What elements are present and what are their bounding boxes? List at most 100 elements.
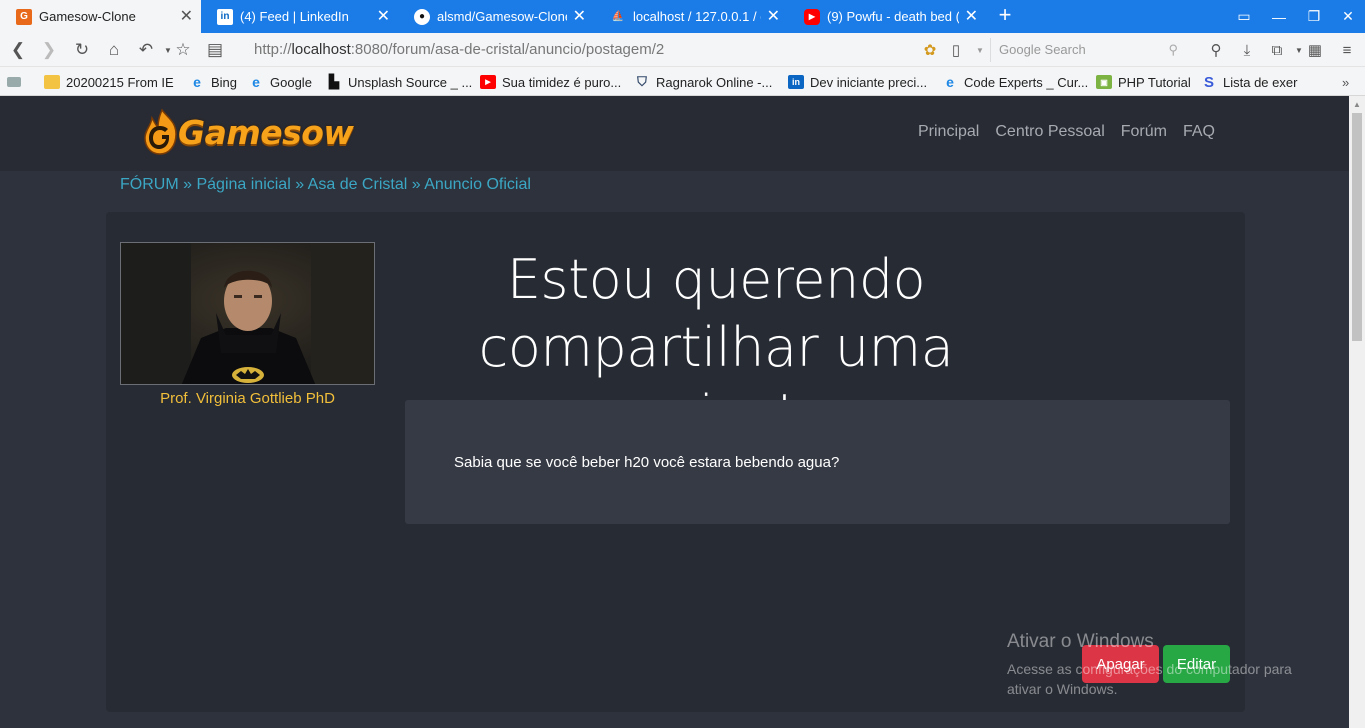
tab-label: (4) Feed | LinkedIn [240, 9, 349, 24]
nav-forum[interactable]: Forúm [1121, 123, 1167, 141]
sidebar-toggle-icon[interactable] [7, 72, 27, 92]
url-path: :8080/forum/asa-de-cristal/anuncio/posta… [350, 41, 665, 58]
bookmark-google[interactable]: e Google [248, 72, 312, 92]
address-bar[interactable]: http://localhost:8080/forum/asa-de-crist… [254, 41, 664, 58]
bookmark-label: Lista de exer [1223, 74, 1298, 90]
breadcrumb-forum[interactable]: FÓRUM [120, 176, 179, 193]
forward-arrow-icon[interactable]: ❯ [37, 38, 61, 62]
bookmark-label: Code Experts _ Cur... [964, 74, 1089, 90]
breadcrumb-separator: » [295, 176, 305, 193]
bookmark-code-experts[interactable]: e Code Experts _ Cur... [942, 72, 1088, 92]
breadcrumb-separator: » [183, 176, 193, 193]
php-icon: ▣ [1096, 75, 1112, 89]
breadcrumb-separator: » [411, 176, 421, 193]
tab-label: (9) Powfu - death bed (c [827, 9, 959, 24]
tab-github-repo[interactable]: ● alsmd/Gamesow-Clone ✕ [398, 0, 594, 33]
folder-icon [44, 75, 60, 89]
s-icon: S [1203, 73, 1214, 91]
menu-icon[interactable]: ≡ [1335, 38, 1359, 62]
tab-label: localhost / 127.0.0.1 / ga [633, 9, 761, 24]
extension-bee-icon[interactable]: ✿ [918, 38, 942, 62]
reader-icon[interactable]: ▤ [203, 38, 227, 62]
back-arrow-icon[interactable]: ❮ [6, 38, 30, 62]
windows-activation-watermark: Ativar o Windows Acesse as configurações… [1007, 631, 1317, 699]
close-tab-icon[interactable]: ✕ [180, 8, 193, 25]
tab-phpmyadmin[interactable]: ⛵ localhost / 127.0.0.1 / ga ✕ [594, 0, 788, 33]
ie-icon: e [252, 74, 260, 90]
bookmark-label: PHP Tutorial [1118, 74, 1191, 90]
chevron-down-icon[interactable]: ▼ [968, 38, 992, 62]
download-icon[interactable]: ⤓ [1235, 38, 1259, 62]
search-icon[interactable]: ⚲ [1168, 38, 1178, 62]
close-tab-icon[interactable]: ✕ [573, 8, 586, 25]
page-viewport: Gamesow Principal Centro Pessoal Forúm F… [0, 96, 1349, 728]
bookmark-20200215-from-ie[interactable]: 20200215 From IE [44, 72, 174, 92]
bookmark-unsplash[interactable]: ▙ Unsplash Source _ ... [326, 72, 472, 92]
star-icon[interactable]: ☆ [171, 38, 195, 62]
ie-icon: e [946, 74, 954, 90]
bookmark-bing[interactable]: e Bing [189, 72, 237, 92]
bookmark-label: 20200215 From IE [66, 74, 174, 90]
browser-tab-bar: G Gamesow-Clone ✕ in (4) Feed | LinkedIn… [0, 0, 1365, 33]
screenshot-icon[interactable]: ⧉ [1265, 38, 1289, 62]
post-text: Sabia que se você beber h20 você estara … [454, 454, 840, 471]
close-tab-icon[interactable]: ✕ [377, 8, 390, 25]
author-avatar [120, 242, 375, 385]
close-tab-icon[interactable]: ✕ [965, 8, 978, 25]
unsplash-icon: ▙ [329, 74, 339, 89]
search-input[interactable]: Google Search ⚲ [990, 38, 1186, 62]
ie-icon: e [193, 74, 201, 90]
tab-label: alsmd/Gamesow-Clone [437, 9, 567, 24]
undo-icon[interactable]: ↶ [134, 38, 158, 62]
close-tab-icon[interactable]: ✕ [767, 8, 780, 25]
bookmark-php-tutorial[interactable]: ▣ PHP Tutorial [1096, 72, 1191, 92]
nav-faq[interactable]: FAQ [1183, 123, 1215, 141]
tab-linkedin-feed[interactable]: in (4) Feed | LinkedIn ✕ [201, 0, 398, 33]
close-window-icon[interactable]: ✕ [1331, 0, 1365, 33]
watermark-text: Acesse as configurações do computador pa… [1007, 661, 1292, 697]
nav-principal[interactable]: Principal [918, 123, 979, 141]
bookmark-dev-iniciante[interactable]: in Dev iniciante preci... [788, 72, 927, 92]
tab-gamesow-clone[interactable]: G Gamesow-Clone ✕ [0, 0, 201, 33]
flame-logo-icon [144, 108, 177, 155]
home-icon[interactable]: ⌂ [102, 38, 126, 62]
author-name[interactable]: Prof. Virginia Gottlieb PhD [120, 390, 375, 407]
bookmark-sua-timidez[interactable]: ▶ Sua timidez é puro... [480, 72, 621, 92]
url-host: localhost [291, 41, 351, 58]
tab-list-icon[interactable]: ▭ [1227, 0, 1261, 33]
page-scrollbar[interactable]: ▲ [1349, 96, 1365, 728]
restore-icon[interactable]: ❐ [1297, 0, 1331, 33]
reload-icon[interactable]: ↻ [70, 38, 94, 62]
gamesow-favicon-icon: G [16, 8, 32, 25]
scroll-up-icon[interactable]: ▲ [1353, 100, 1361, 109]
bookmark-label: Google [270, 74, 312, 90]
new-tab-button[interactable]: + [994, 4, 1016, 27]
post-body: Sabia que se você beber h20 você estara … [405, 400, 1230, 524]
youtube-favicon-icon: ▶ [804, 8, 820, 25]
browser-toolbar: ❮ ❯ ↻ ⌂ ↶ ▼ ☆ ▤ http://localhost:8080/fo… [0, 33, 1365, 67]
bookmark-label: Sua timidez é puro... [502, 74, 622, 90]
bookmark-lista-de-exer[interactable]: S Lista de exer [1201, 72, 1297, 92]
bookmark-ragnarok[interactable]: ⛉ Ragnarok Online -... [634, 72, 772, 92]
breadcrumb-home[interactable]: Página inicial [196, 176, 290, 193]
linkedin-favicon-icon: in [217, 8, 233, 25]
youtube-icon: ▶ [480, 75, 496, 89]
linkedin-icon: in [788, 75, 804, 89]
bookmark-label: Unsplash Source _ ... [348, 74, 473, 90]
nav-centro-pessoal[interactable]: Centro Pessoal [995, 123, 1104, 141]
bookmark-label: Ragnarok Online -... [656, 74, 773, 90]
site-header: Gamesow Principal Centro Pessoal Forúm F… [0, 96, 1349, 171]
apps-grid-icon[interactable]: ▦ [1303, 38, 1327, 62]
breadcrumb: FÓRUM » Página inicial » Asa de Cristal … [120, 176, 531, 194]
tab-youtube[interactable]: ▶ (9) Powfu - death bed (c ✕ [788, 0, 986, 33]
bookmark-label: Dev iniciante preci... [810, 74, 928, 90]
main-nav: Principal Centro Pessoal Forúm FAQ [918, 123, 1231, 141]
breadcrumb-anuncio-oficial[interactable]: Anuncio Oficial [424, 176, 531, 193]
read-mode-icon[interactable]: ▯ [944, 38, 968, 62]
more-bookmarks-icon[interactable]: » [1342, 72, 1349, 92]
scrollbar-thumb[interactable] [1352, 113, 1362, 341]
site-logo[interactable]: Gamesow [142, 108, 354, 156]
breadcrumb-asa-de-cristal[interactable]: Asa de Cristal [308, 176, 408, 193]
smart-search-icon[interactable]: ⚲ [1204, 38, 1228, 62]
minimize-icon[interactable]: — [1262, 0, 1296, 33]
